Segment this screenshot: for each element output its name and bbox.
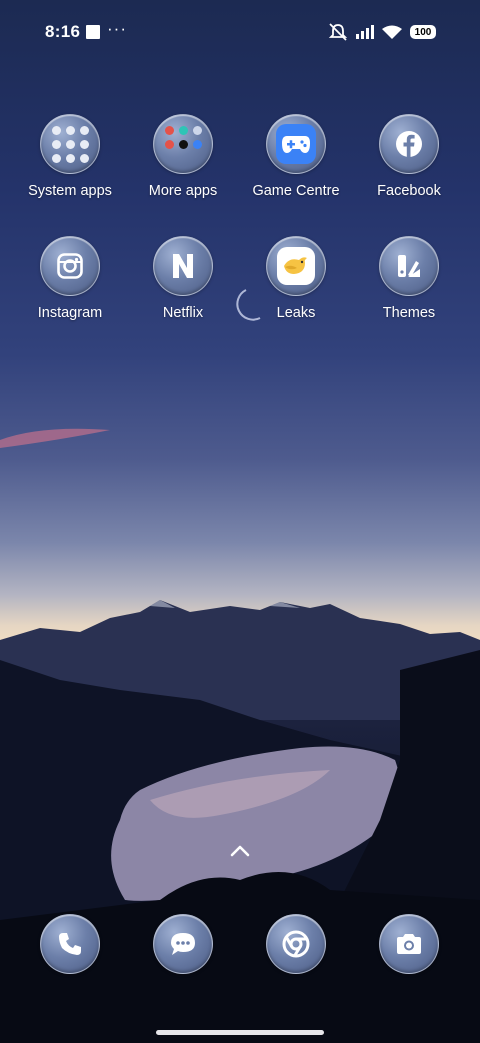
cloud-streak bbox=[0, 428, 110, 448]
phone-icon bbox=[59, 933, 81, 955]
chrome-icon bbox=[282, 930, 310, 958]
app-drawer-arrow-icon[interactable] bbox=[228, 842, 252, 860]
app-label: Game Centre bbox=[252, 183, 340, 199]
folder-icon bbox=[153, 114, 213, 174]
app-more-apps-folder[interactable]: More apps bbox=[127, 114, 239, 199]
facebook-icon bbox=[396, 131, 422, 157]
folder-icon bbox=[40, 114, 100, 174]
netflix-icon bbox=[173, 254, 193, 278]
app-label: System apps bbox=[28, 183, 112, 199]
dock-phone[interactable] bbox=[14, 914, 126, 974]
dock-chrome[interactable] bbox=[240, 914, 352, 974]
game-controller-icon bbox=[276, 124, 316, 164]
app-label: Instagram bbox=[37, 305, 103, 321]
app-instagram[interactable]: Instagram bbox=[14, 236, 126, 321]
instagram-icon bbox=[57, 253, 83, 279]
leaks-bird-icon bbox=[277, 247, 315, 285]
themes-icon bbox=[398, 255, 420, 277]
app-netflix[interactable]: Netflix bbox=[127, 236, 239, 321]
notification-square-icon bbox=[86, 25, 100, 39]
home-gesture-bar[interactable] bbox=[156, 1030, 324, 1035]
signal-icon bbox=[356, 25, 374, 39]
app-label: Netflix bbox=[162, 305, 204, 321]
dock-messages[interactable] bbox=[127, 914, 239, 974]
app-label: Leaks bbox=[276, 305, 316, 321]
app-facebook[interactable]: Facebook bbox=[353, 114, 465, 199]
app-label: More apps bbox=[148, 183, 218, 199]
app-leaks[interactable]: Leaks bbox=[240, 236, 352, 321]
app-system-apps-folder[interactable]: System apps bbox=[14, 114, 126, 199]
more-notifications-icon: ··· bbox=[107, 19, 127, 38]
wifi-icon bbox=[382, 25, 402, 39]
mute-icon bbox=[328, 23, 348, 41]
camera-icon bbox=[397, 934, 421, 954]
app-label: Facebook bbox=[377, 183, 441, 199]
dock-camera[interactable] bbox=[353, 914, 465, 974]
app-game-centre[interactable]: Game Centre bbox=[240, 114, 352, 199]
status-bar: 8:16 ··· 100 bbox=[0, 0, 480, 64]
battery-icon: 100 bbox=[410, 25, 436, 39]
app-label: Themes bbox=[382, 305, 436, 321]
app-themes[interactable]: Themes bbox=[353, 236, 465, 321]
messages-icon bbox=[171, 933, 195, 955]
status-time: 8:16 bbox=[45, 22, 81, 41]
